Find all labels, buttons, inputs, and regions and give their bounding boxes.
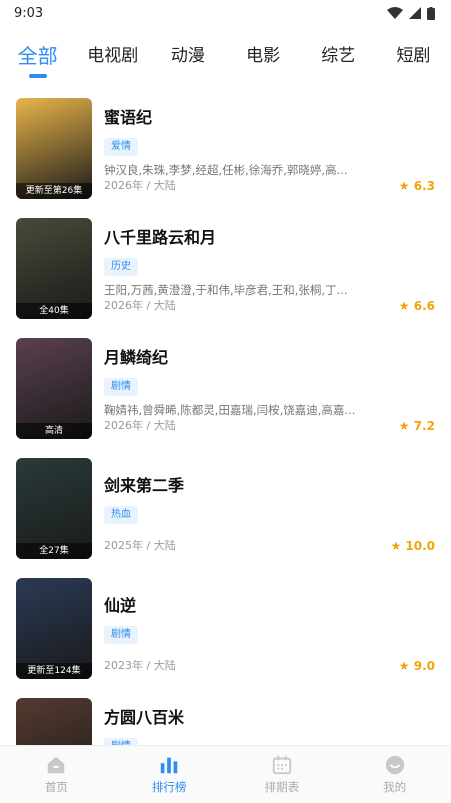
poster-caption: 更新至124集 <box>16 663 92 679</box>
star-icon: ★ <box>398 419 414 433</box>
item-meta: 2026年 / 大陆 <box>104 299 176 312</box>
wifi-icon <box>387 7 403 19</box>
list-item[interactable]: 更新至第26集 蜜语纪 爱情 钟汉良,朱珠,李梦,经超,任彬,徐海乔,郭晓婷,高… <box>0 98 451 218</box>
tab-anime[interactable]: 动漫 <box>150 36 225 76</box>
list-item[interactable]: 高清 月鳞绮纪 剧情 鞠婧祎,曾舜晞,陈都灵,田嘉瑞,闫桉,饶嘉迪,高嘉... … <box>0 338 451 458</box>
genre-tag: 剧情 <box>104 378 138 396</box>
signal-icon <box>409 7 421 19</box>
item-score: ★ 6.3 <box>398 179 435 193</box>
star-icon: ★ <box>398 179 414 193</box>
item-score: ★ 9.0 <box>398 659 435 673</box>
tab-variety[interactable]: 综艺 <box>301 36 376 76</box>
poster-image: 更新至第26集 <box>16 98 92 199</box>
poster-image: 高清 <box>16 338 92 439</box>
tab-short-drama[interactable]: 短剧 <box>376 36 451 76</box>
item-title: 蜜语纪 <box>104 108 153 127</box>
list-item[interactable]: 全40集 八千里路云和月 历史 王阳,万茜,黄澄澄,于和伟,毕彦君,王和,张桐,… <box>0 218 451 338</box>
star-icon: ★ <box>398 299 414 313</box>
item-score: ★ 10.0 <box>390 539 435 553</box>
star-icon: ★ <box>390 539 406 553</box>
item-cast: 王阳,万茜,黄澄澄,于和伟,毕彦君,王和,张桐,丁... <box>104 283 348 297</box>
nav-profile[interactable]: 我的 <box>338 746 451 803</box>
chart-icon <box>160 757 178 774</box>
poster-image: 全40集 <box>16 218 92 319</box>
status-time: 9:03 <box>14 5 44 21</box>
item-title: 仙逆 <box>104 596 137 615</box>
poster-image: 全27集 <box>16 458 92 559</box>
item-meta: 2025年 / 大陆 <box>104 539 176 552</box>
nav-schedule[interactable]: 排期表 <box>226 746 339 803</box>
list-item[interactable]: 方圆八百米 剧情 <box>0 698 451 746</box>
genre-tag: 爱情 <box>104 138 138 156</box>
poster-caption: 全27集 <box>16 543 92 559</box>
smile-icon <box>385 755 404 775</box>
item-score: ★ 6.6 <box>398 299 435 313</box>
tab-all[interactable]: 全部 <box>0 36 75 78</box>
home-icon <box>48 756 65 774</box>
poster-caption: 高清 <box>16 423 92 439</box>
nav-ranking[interactable]: 排行榜 <box>113 746 226 803</box>
item-cast: 钟汉良,朱珠,李梦,经超,任彬,徐海乔,郭晓婷,高... <box>104 163 348 177</box>
item-title: 剑来第二季 <box>104 476 185 495</box>
item-meta: 2026年 / 大陆 <box>104 179 176 192</box>
bottom-nav: 首页 排行榜 排期表 我的 <box>0 745 451 803</box>
star-icon: ★ <box>398 659 414 673</box>
poster-image: 更新至124集 <box>16 578 92 679</box>
poster-caption: 全40集 <box>16 303 92 319</box>
item-title: 八千里路云和月 <box>104 228 217 247</box>
item-cast: 鞠婧祎,曾舜晞,陈都灵,田嘉瑞,闫桉,饶嘉迪,高嘉... <box>104 403 356 417</box>
calendar-icon <box>272 755 292 775</box>
ranking-list: 更新至第26集 蜜语纪 爱情 钟汉良,朱珠,李梦,经超,任彬,徐海乔,郭晓婷,高… <box>0 98 451 746</box>
nav-home[interactable]: 首页 <box>0 746 113 803</box>
item-meta: 2023年 / 大陆 <box>104 659 176 672</box>
tab-movie[interactable]: 电影 <box>226 36 301 76</box>
item-title: 月鳞绮纪 <box>104 348 169 367</box>
category-tabs: 全部 电视剧 动漫 电影 综艺 短剧 <box>0 32 451 80</box>
list-item[interactable]: 更新至124集 仙逆 剧情 2023年 / 大陆 ★ 9.0 <box>0 578 451 698</box>
poster-caption: 更新至第26集 <box>16 183 92 199</box>
genre-tag: 历史 <box>104 258 138 276</box>
item-meta: 2026年 / 大陆 <box>104 419 176 432</box>
genre-tag: 剧情 <box>104 626 138 644</box>
status-bar: 9:03 <box>0 0 451 26</box>
item-score: ★ 7.2 <box>398 419 435 433</box>
genre-tag: 热血 <box>104 506 138 524</box>
list-item[interactable]: 全27集 剑来第二季 热血 2025年 / 大陆 ★ 10.0 <box>0 458 451 578</box>
tab-tv-series[interactable]: 电视剧 <box>75 36 150 76</box>
battery-icon <box>427 6 435 20</box>
poster-image <box>16 698 92 746</box>
item-title: 方圆八百米 <box>104 708 185 727</box>
